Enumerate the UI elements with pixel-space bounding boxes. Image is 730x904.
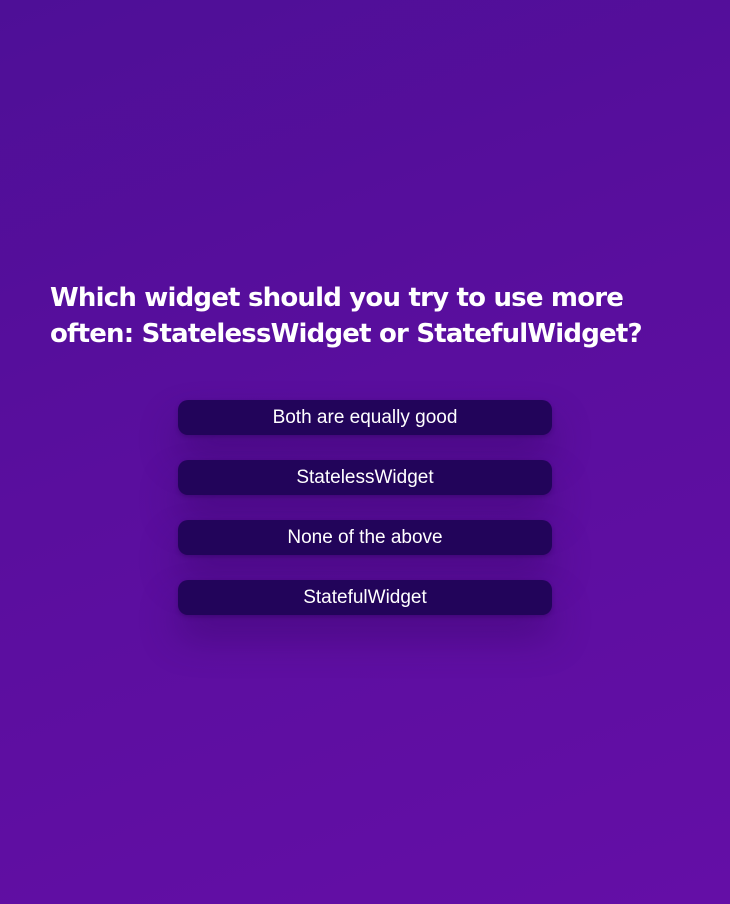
- answer-button-statefulwidget[interactable]: StatefulWidget: [178, 580, 552, 615]
- answer-button-none-of-the-above[interactable]: None of the above: [178, 520, 552, 555]
- answer-button-both-equally-good[interactable]: Both are equally good: [178, 400, 552, 435]
- answer-list: Both are equally good StatelessWidget No…: [178, 400, 552, 640]
- question-text: Which widget should you try to use more …: [50, 283, 643, 349]
- answer-button-statelesswidget[interactable]: StatelessWidget: [178, 460, 552, 495]
